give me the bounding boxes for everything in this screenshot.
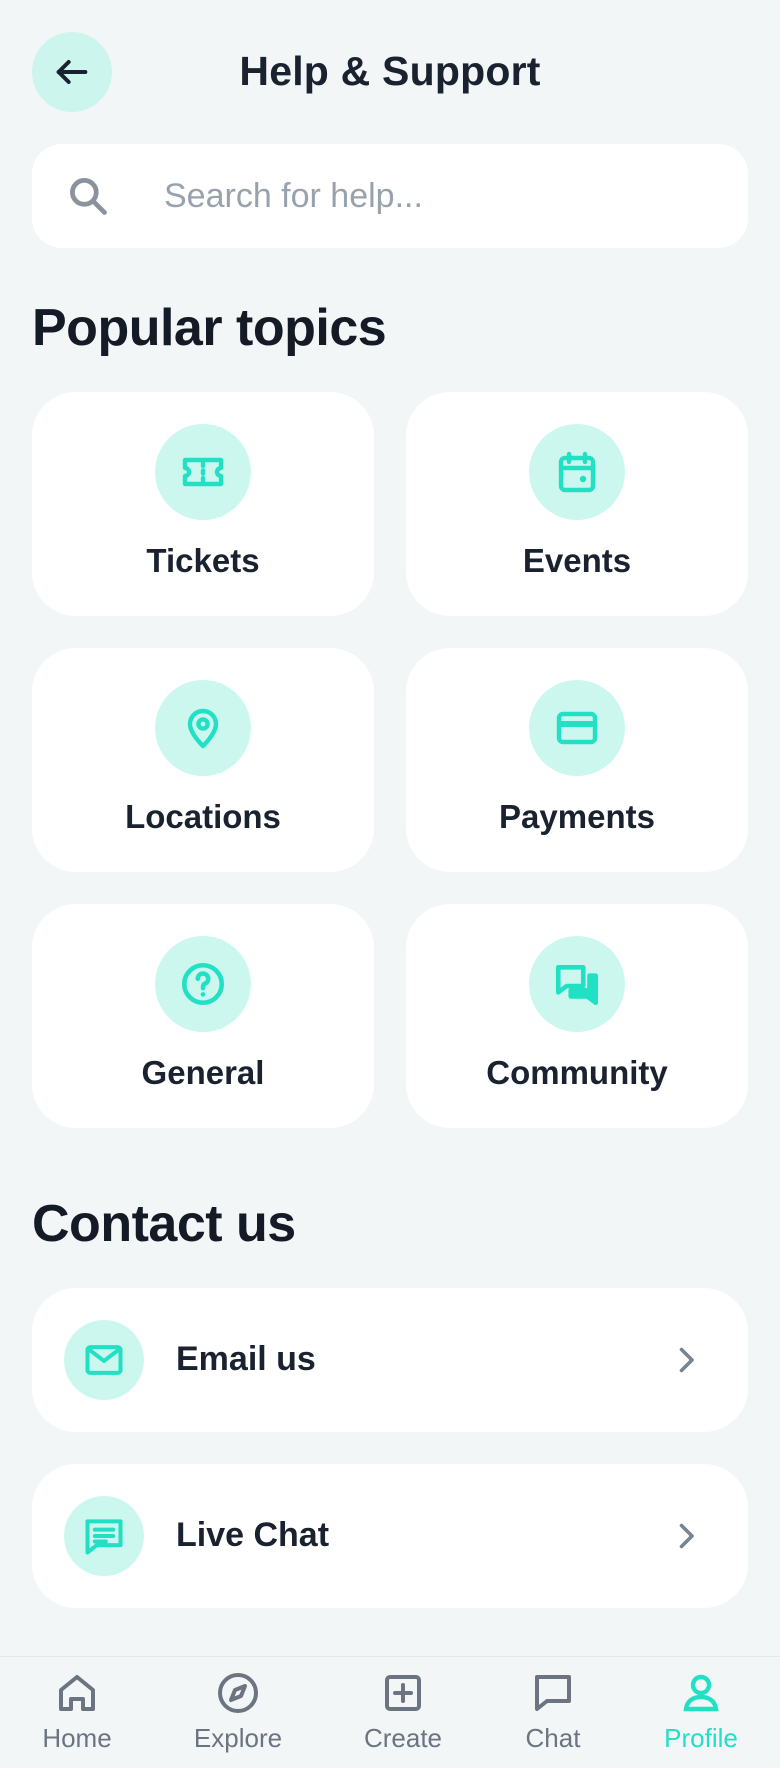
popular-topics-heading: Popular topics (32, 299, 387, 357)
user-icon (683, 1674, 719, 1712)
nav-home[interactable]: Home (2, 1657, 152, 1768)
ticket-icon (182, 457, 224, 487)
topic-label: Payments (499, 798, 655, 835)
page-title: Help & Support (239, 48, 541, 94)
nav-label: Profile (664, 1723, 738, 1753)
topic-icon-wrap (155, 936, 251, 1032)
header: Help & Support (0, 0, 780, 140)
search-input[interactable] (164, 170, 704, 222)
nav-label: Explore (193, 1723, 283, 1753)
topic-card-locations[interactable]: Locations (32, 648, 374, 872)
search-icon (70, 178, 107, 215)
nav-label: Create (363, 1723, 443, 1753)
compass-icon (218, 1673, 258, 1713)
contact-us-heading: Contact us (32, 1195, 296, 1253)
search-bar[interactable] (32, 144, 748, 248)
topic-icon-wrap (529, 424, 625, 520)
topic-icon-wrap (155, 424, 251, 520)
mail-icon (85, 1345, 123, 1375)
chevron-right-icon (679, 1523, 694, 1549)
topic-label: Tickets (146, 542, 260, 579)
bottom-nav: Home Explore Create Chat Profile (0, 1656, 780, 1768)
topic-icon-wrap (529, 936, 625, 1032)
topic-label: Locations (125, 798, 281, 835)
topic-icon-wrap (155, 680, 251, 776)
help-support-screen: Help & Support Popular topics Tickets Ev… (0, 0, 780, 1768)
nav-explore[interactable]: Explore (163, 1657, 313, 1768)
topic-card-events[interactable]: Events (406, 392, 748, 616)
nav-label: Chat (525, 1723, 581, 1753)
credit-card-icon (556, 711, 598, 745)
contact-live-chat-row[interactable]: Live Chat (32, 1464, 748, 1608)
calendar-icon (558, 451, 596, 493)
topic-card-general[interactable]: General (32, 904, 374, 1128)
topic-card-tickets[interactable]: Tickets (32, 392, 374, 616)
chat-icon (535, 1675, 571, 1711)
contact-label: Live Chat (176, 1516, 330, 1554)
question-circle-icon (181, 962, 225, 1006)
topic-label: General (141, 1054, 265, 1091)
topic-icon-wrap (529, 680, 625, 776)
map-pin-icon (187, 708, 219, 749)
message-icon (85, 1519, 123, 1555)
contact-email-row[interactable]: Email us (32, 1288, 748, 1432)
topic-card-payments[interactable]: Payments (406, 648, 748, 872)
contact-label: Email us (176, 1340, 316, 1378)
chat-bubbles-icon (555, 965, 599, 1006)
nav-profile[interactable]: Profile (626, 1657, 776, 1768)
topic-label: Community (486, 1054, 668, 1091)
contact-icon-wrap (64, 1496, 144, 1576)
topic-card-community[interactable]: Community (406, 904, 748, 1128)
contact-icon-wrap (64, 1320, 144, 1400)
nav-label: Home (42, 1723, 112, 1753)
plus-square-icon (385, 1675, 421, 1711)
topic-label: Events (522, 542, 632, 579)
chevron-right-icon (679, 1347, 694, 1373)
nav-create[interactable]: Create (328, 1657, 478, 1768)
nav-chat[interactable]: Chat (478, 1657, 628, 1768)
home-icon (59, 1675, 95, 1711)
